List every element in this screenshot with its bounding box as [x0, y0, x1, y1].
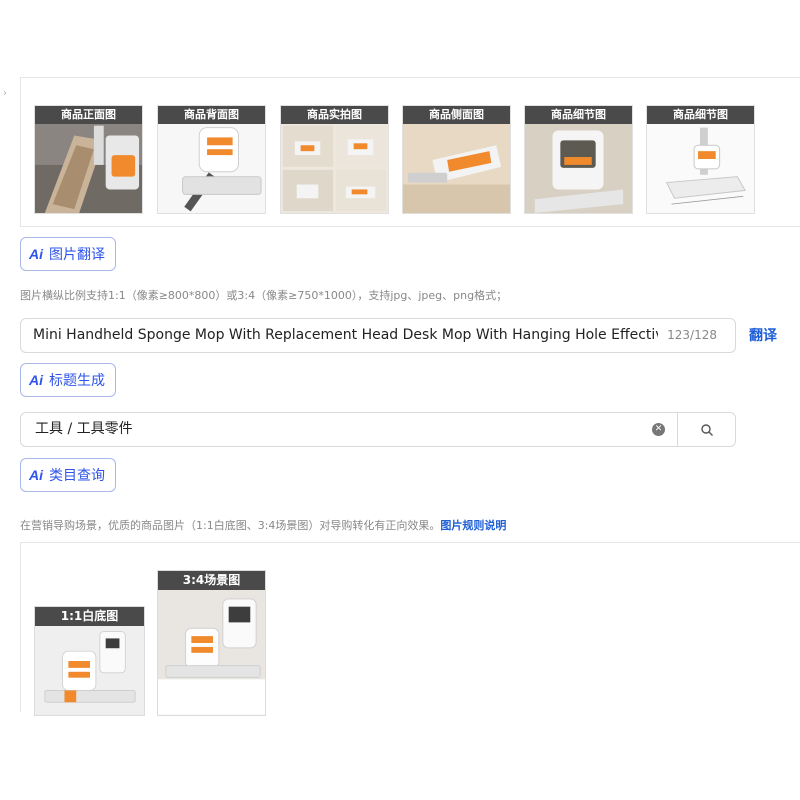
- thumbnail-label: 商品细节图: [525, 106, 632, 124]
- collapse-arrow-icon[interactable]: ›: [3, 88, 7, 99]
- image-rules-link[interactable]: 图片规则说明: [440, 519, 506, 532]
- thumbnail-label: 商品正面图: [35, 106, 142, 124]
- mop-scene-photo: [158, 571, 265, 715]
- thumbnail-label: 商品实拍图: [281, 106, 388, 124]
- product-thumbnail-real-shot[interactable]: 商品实拍图: [280, 105, 389, 214]
- button-label: 标题生成: [49, 373, 105, 389]
- scene-image-card[interactable]: 3:4场景图: [157, 570, 266, 716]
- ai-logo-icon: Ai: [29, 467, 43, 483]
- ai-category-lookup-button[interactable]: Ai 类目查询: [20, 458, 116, 492]
- ai-title-generate-button[interactable]: Ai 标题生成: [20, 363, 116, 397]
- ai-logo-icon: Ai: [29, 372, 43, 388]
- thumbnail-label: 商品背面图: [158, 106, 265, 124]
- product-thumbnail-detail-2[interactable]: 商品细节图: [646, 105, 755, 214]
- product-thumbnail-side[interactable]: 商品侧面图: [402, 105, 511, 214]
- thumbnail-label: 商品侧面图: [403, 106, 510, 124]
- marketing-image-hint: 在营销导购场景，优质的商品图片（1:1白底图、3:4场景图）对导购转化有正向效果…: [20, 517, 506, 533]
- marketing-image-panel: 1:1白底图 3:4场景图: [20, 542, 800, 716]
- card-label: 1:1白底图: [35, 607, 144, 626]
- button-label: 图片翻译: [49, 247, 105, 263]
- card-label: 3:4场景图: [158, 571, 265, 590]
- category-search-button[interactable]: [677, 413, 736, 446]
- ai-logo-icon: Ai: [29, 246, 43, 262]
- white-background-image-card[interactable]: 1:1白底图: [34, 606, 145, 716]
- ai-image-translate-button[interactable]: Ai 图片翻译: [20, 237, 116, 271]
- translate-title-link[interactable]: 翻译: [749, 325, 777, 345]
- image-requirements-hint: 图片横纵比例支持1:1（像素≥800*800）或3:4（像素≥750*1000）…: [20, 289, 508, 302]
- marketing-hint-text: 在营销导购场景，优质的商品图片（1:1白底图、3:4场景图）对导购转化有正向效果…: [20, 519, 441, 532]
- category-select-input[interactable]: 工具 / 工具零件 ✕: [20, 412, 736, 447]
- product-thumbnail-back[interactable]: 商品背面图: [157, 105, 266, 214]
- product-thumbnail-front[interactable]: 商品正面图: [34, 105, 143, 214]
- clear-icon[interactable]: ✕: [652, 423, 665, 436]
- product-title-input[interactable]: Mini Handheld Sponge Mop With Replacemen…: [20, 318, 736, 353]
- product-thumbnail-detail-1[interactable]: 商品细节图: [524, 105, 633, 214]
- product-image-gallery: 商品正面图 商品背面图 商品实拍图 商品侧面图 商品细节图 商品细节图: [20, 77, 800, 227]
- button-label: 类目查询: [49, 468, 105, 484]
- thumbnail-label: 商品细节图: [647, 106, 754, 124]
- category-value: 工具 / 工具零件: [35, 421, 133, 437]
- character-counter: 123/128: [667, 328, 717, 342]
- title-value: Mini Handheld Sponge Mop With Replacemen…: [33, 327, 658, 343]
- search-icon: [701, 423, 713, 436]
